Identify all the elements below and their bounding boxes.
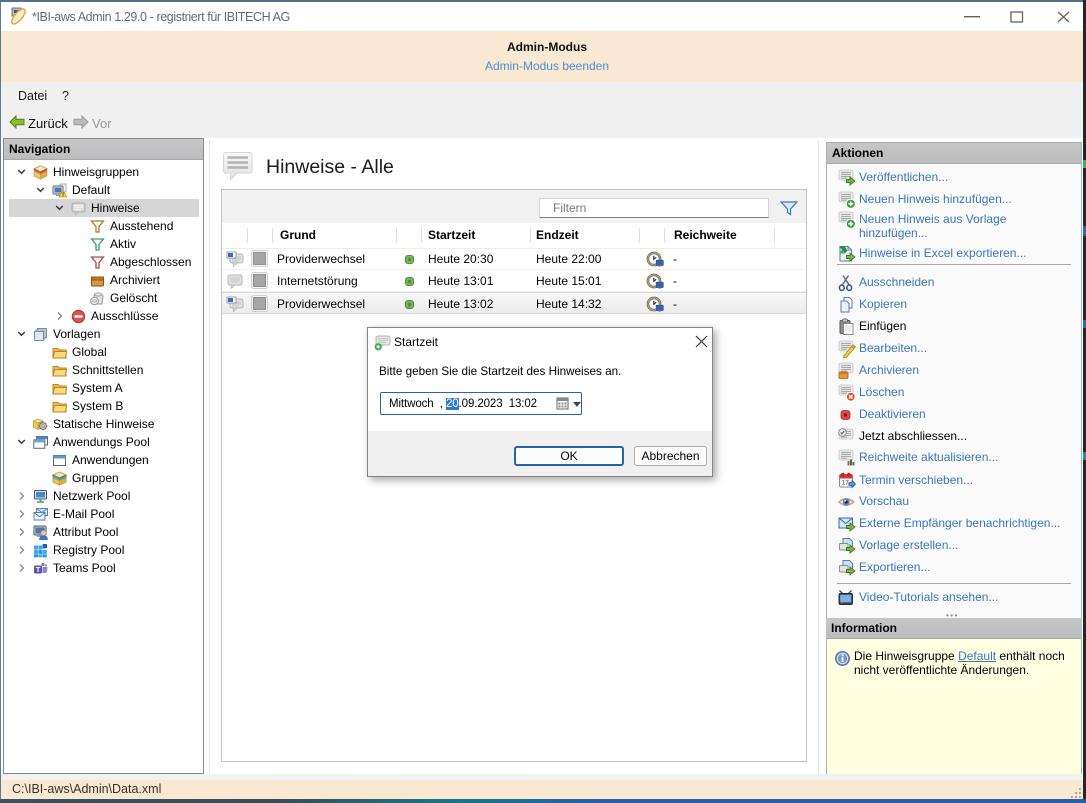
svg-text:17: 17 xyxy=(842,480,850,487)
svg-text:T: T xyxy=(36,565,41,574)
